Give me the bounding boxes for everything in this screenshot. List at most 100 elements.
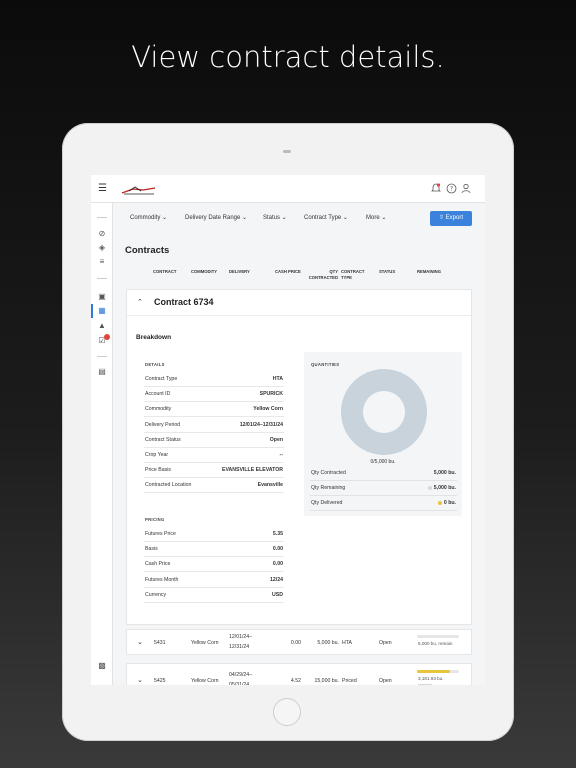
col-ctype-line2: TYPE	[341, 274, 352, 280]
quantity-row: Qty Delivered 0 bu.	[310, 496, 457, 512]
row-remaining-line1: 3,181.93 bu.	[418, 676, 444, 681]
sliders-icon[interactable]: ≡	[96, 256, 108, 268]
contract-row[interactable]: ⌄ 5425 Yellow Corn 04/29/24– 05/31/24 4.52 15,…	[126, 663, 472, 685]
donut-hole	[363, 391, 405, 433]
share-icon: ⇧	[438, 215, 444, 221]
card-header[interactable]: ⌃ Contract 6734	[127, 290, 471, 316]
remaining-progress-bar	[417, 670, 459, 673]
qty-value-text: 0 bu.	[443, 500, 456, 507]
export-button[interactable]: ⇧ Export	[430, 211, 472, 226]
pricing-row: Currency USD	[144, 588, 284, 603]
details-header: DETAILS	[145, 362, 165, 367]
home-button[interactable]	[273, 698, 301, 726]
badge-dot	[104, 334, 110, 340]
detail-key: Commodity	[145, 406, 172, 413]
main-content: Commodity ⌄ Delivery Date Range ⌄ Status…	[113, 203, 485, 685]
chart-icon[interactable]: ▤	[96, 366, 108, 378]
menu-icon[interactable]: ☰	[98, 184, 107, 194]
status-dot	[437, 501, 442, 506]
detail-value: HTA	[272, 376, 283, 382]
pricing-value: 0.00	[272, 546, 283, 553]
detail-row: Contracted Location Evansville	[144, 478, 284, 494]
chevron-up-icon[interactable]: ⌃	[137, 298, 143, 306]
filter-contract-type[interactable]: Contract Type ⌄	[304, 214, 348, 221]
pricing-key: Cash Price	[145, 561, 171, 568]
filter-delivery-date[interactable]: Delivery Date Range ⌄	[185, 214, 247, 221]
chevron-down-icon[interactable]: ⌄	[137, 676, 143, 684]
tag-icon[interactable]: ◈	[96, 242, 108, 254]
qty-value-text: 5,000 bu.	[433, 485, 456, 492]
archive-icon[interactable]: ▣	[96, 291, 108, 303]
pricing-row: Cash Price 0.00	[144, 557, 284, 573]
detail-key: Contract Type	[145, 376, 178, 382]
quantity-value: 0 bu.	[437, 500, 456, 507]
rail-divider	[97, 278, 107, 279]
row-contract: 5431	[154, 640, 166, 646]
remaining-progress-fill	[417, 670, 451, 673]
filter-more[interactable]: More ⌄	[366, 214, 386, 221]
notification-icon[interactable]	[430, 183, 442, 195]
silo-icon[interactable]: ▲	[96, 320, 108, 332]
detail-row: Account ID SPURICK	[144, 387, 284, 403]
detail-value: Evansville	[257, 482, 283, 489]
quantity-donut-chart	[341, 369, 427, 455]
col-ctype-line1: CONTRACT	[341, 269, 365, 274]
quantity-row: Qty Contracted 5,000 bu.	[310, 466, 457, 481]
contract-title: Contract 6734	[154, 297, 214, 307]
detail-value: 12/01/24–12/31/24	[239, 421, 283, 428]
pricing-key: Futures Price	[145, 531, 176, 537]
col-commodity: COMMODITY	[191, 269, 218, 274]
filter-commodity[interactable]: Commodity ⌄	[130, 214, 167, 221]
detail-key: Crop Year	[145, 452, 169, 458]
contracts-icon[interactable]: ▦	[96, 305, 108, 317]
detail-row: Commodity Yellow Corn	[144, 402, 284, 418]
filter-status[interactable]: Status ⌄	[263, 214, 287, 221]
quantities-panel: QUANTITIES 0/5,000 bu. Qty Contracted 5,0…	[304, 352, 462, 516]
col-contract-type: CONTRACT TYPE	[341, 269, 365, 280]
chevron-down-icon[interactable]: ⌄	[137, 638, 143, 646]
col-remaining: REMAINING	[417, 269, 441, 274]
filter-label: Contract Type	[304, 215, 342, 221]
detail-key: Account ID	[145, 391, 171, 398]
row-cash-price: 0.00	[290, 640, 301, 646]
detail-value: Open	[269, 436, 283, 443]
row-delivery-line2: 12/31/24	[229, 644, 250, 650]
active-indicator	[91, 304, 93, 318]
row-qty: 5,000 bu.	[317, 640, 339, 646]
quantity-key: Qty Contracted	[311, 470, 346, 476]
help-icon[interactable]: ?	[445, 183, 457, 195]
pricing-value: USD	[272, 591, 283, 598]
detail-key: Contracted Location	[145, 482, 192, 489]
row-commodity: Yellow Corn	[191, 678, 219, 684]
row-cash-price: 4.52	[290, 678, 301, 684]
contract-row[interactable]: ⌄ 5431 Yellow Corn 12/01/24– 12/31/24 0.00 5,0…	[126, 629, 472, 655]
detail-value: Yellow Corn	[253, 406, 283, 413]
quantity-key: Qty Delivered	[311, 500, 343, 507]
quantity-key: Qty Remaining	[311, 485, 346, 492]
row-status: Open	[379, 640, 392, 646]
pricing-value: 0.00	[272, 561, 283, 568]
quantity-value: 5,000 bu.	[427, 485, 456, 492]
status-dot	[427, 485, 432, 490]
breakdown-heading: Breakdown	[136, 334, 172, 341]
pricing-key: Currency	[145, 591, 167, 598]
row-type: Priced	[342, 678, 357, 684]
company-logo	[121, 186, 156, 195]
pricing-row: Futures Month 12/24	[144, 573, 284, 588]
filter-label: Status	[263, 215, 281, 221]
row-commodity: Yellow Corn	[191, 640, 219, 646]
user-icon[interactable]	[460, 183, 472, 195]
col-status: STATUS	[379, 269, 396, 274]
camera	[283, 150, 291, 153]
row-delivery-line2: 05/31/24	[229, 682, 250, 685]
trash-icon[interactable]: ▩	[96, 660, 108, 672]
row-status: Open	[379, 678, 392, 684]
row-remaining-line2: remain	[418, 683, 432, 685]
detail-row: Contract Type HTA	[144, 372, 284, 387]
pricing-value: 12/24	[270, 576, 283, 583]
col-qty: QTY CONTRACTED	[308, 269, 338, 280]
eye-off-icon[interactable]: ⊘	[96, 228, 108, 240]
detail-value: SPURICK	[259, 391, 283, 398]
app-screen: ☰ ? ⊘ ◈ ≡ ▣ ▦ ▲ ☑ ▤ ▩ Commodity ⌄ Delive…	[91, 175, 485, 685]
row-contract: 5425	[154, 678, 166, 684]
